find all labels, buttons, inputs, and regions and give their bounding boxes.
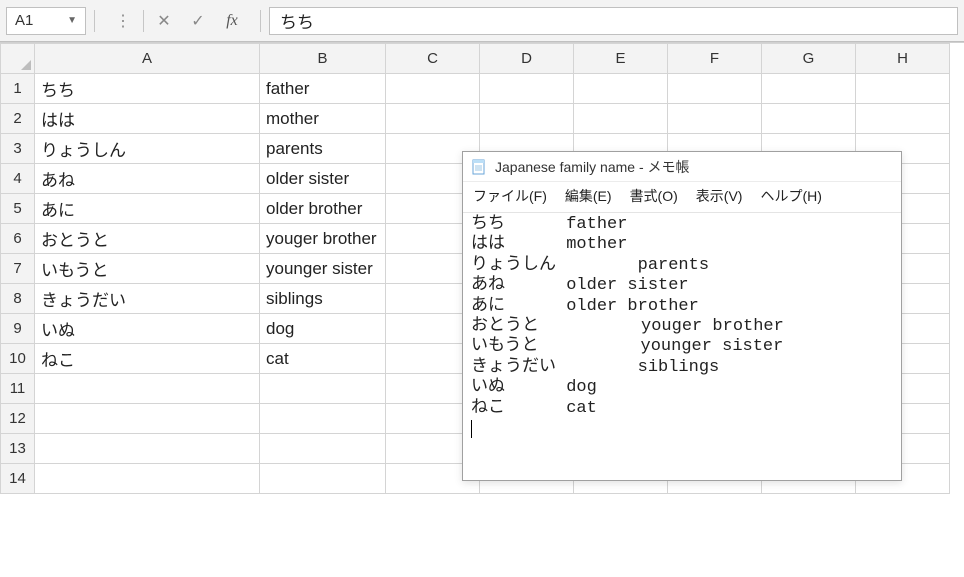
cell[interactable] [386, 104, 480, 134]
cell[interactable]: mother [260, 104, 386, 134]
cell[interactable] [260, 374, 386, 404]
cell[interactable] [574, 74, 668, 104]
cell[interactable] [574, 104, 668, 134]
row-header[interactable]: 12 [1, 404, 35, 434]
dots-icon[interactable]: ⋮ [109, 7, 137, 35]
menu-file[interactable]: ファイル(F) [473, 186, 547, 206]
row-header[interactable]: 11 [1, 374, 35, 404]
row-header[interactable]: 2 [1, 104, 35, 134]
row-header[interactable]: 13 [1, 434, 35, 464]
notepad-window[interactable]: Japanese family name - メモ帳 ファイル(F) 編集(E)… [462, 151, 902, 481]
column-header[interactable]: D [480, 44, 574, 74]
cell[interactable] [35, 404, 260, 434]
cell[interactable]: older sister [260, 164, 386, 194]
row-header[interactable]: 3 [1, 134, 35, 164]
cell[interactable]: あに [35, 194, 260, 224]
cell[interactable] [260, 434, 386, 464]
cell[interactable] [386, 74, 480, 104]
column-header[interactable]: G [762, 44, 856, 74]
cell[interactable] [668, 104, 762, 134]
cell[interactable]: younger sister [260, 254, 386, 284]
formula-bar: A1 ▼ ⋮ ✕ ✓ fx ちち [0, 0, 964, 42]
column-header[interactable]: F [668, 44, 762, 74]
cell[interactable]: older brother [260, 194, 386, 224]
text-caret [471, 420, 472, 438]
notepad-title: Japanese family name - メモ帳 [495, 157, 690, 177]
menu-view[interactable]: 表示(V) [696, 186, 743, 206]
cell[interactable]: いもうと [35, 254, 260, 284]
row-header[interactable]: 4 [1, 164, 35, 194]
row-header[interactable]: 8 [1, 284, 35, 314]
name-box[interactable]: A1 ▼ [6, 7, 86, 35]
notepad-icon [471, 159, 487, 175]
cell[interactable]: きょうだい [35, 284, 260, 314]
row-header[interactable]: 5 [1, 194, 35, 224]
row-header[interactable]: 9 [1, 314, 35, 344]
column-header[interactable]: A [35, 44, 260, 74]
notepad-titlebar[interactable]: Japanese family name - メモ帳 [463, 152, 901, 182]
cell[interactable] [856, 74, 950, 104]
row-header[interactable]: 7 [1, 254, 35, 284]
divider [143, 10, 144, 32]
cell[interactable] [260, 464, 386, 494]
cell[interactable] [260, 404, 386, 434]
column-header[interactable]: H [856, 44, 950, 74]
cell[interactable]: りょうしん [35, 134, 260, 164]
column-header[interactable]: E [574, 44, 668, 74]
cell[interactable] [480, 104, 574, 134]
cell[interactable]: dog [260, 314, 386, 344]
column-header[interactable]: B [260, 44, 386, 74]
cell[interactable] [762, 74, 856, 104]
confirm-icon[interactable]: ✓ [184, 7, 212, 35]
fx-icon[interactable]: fx [218, 7, 246, 35]
cell[interactable] [480, 74, 574, 104]
divider [94, 10, 95, 32]
cell[interactable]: ねこ [35, 344, 260, 374]
name-box-value: A1 [15, 12, 33, 29]
cell[interactable]: father [260, 74, 386, 104]
menu-format[interactable]: 書式(O) [630, 186, 678, 206]
cell[interactable]: いぬ [35, 314, 260, 344]
grid-area: A B C D E F G H 1ちちfather 2ははmother 3りょうしん… [0, 42, 964, 577]
cell[interactable]: ちち [35, 74, 260, 104]
row-header[interactable]: 10 [1, 344, 35, 374]
notepad-menubar: ファイル(F) 編集(E) 書式(O) 表示(V) ヘルプ(H) [463, 182, 901, 213]
formula-buttons: ⋮ ✕ ✓ fx [103, 7, 252, 35]
cell[interactable] [856, 104, 950, 134]
row-header[interactable]: 1 [1, 74, 35, 104]
row-header[interactable]: 6 [1, 224, 35, 254]
row-header[interactable]: 14 [1, 464, 35, 494]
divider [260, 10, 261, 32]
cell[interactable]: はは [35, 104, 260, 134]
formula-value: ちち [280, 8, 314, 33]
cell[interactable]: youger brother [260, 224, 386, 254]
cell[interactable] [35, 374, 260, 404]
formula-input[interactable]: ちち [269, 7, 958, 35]
cell[interactable] [762, 104, 856, 134]
cell[interactable] [35, 434, 260, 464]
chevron-down-icon[interactable]: ▼ [67, 15, 77, 26]
menu-edit[interactable]: 編集(E) [565, 186, 612, 206]
select-all-corner[interactable] [1, 44, 35, 74]
cell[interactable]: おとうと [35, 224, 260, 254]
cell[interactable]: parents [260, 134, 386, 164]
cancel-icon[interactable]: ✕ [150, 7, 178, 35]
cell[interactable] [35, 464, 260, 494]
cell[interactable]: cat [260, 344, 386, 374]
notepad-textarea[interactable]: ちち father はは mother りょうしん parents あね old… [463, 213, 901, 480]
column-header[interactable]: C [386, 44, 480, 74]
cell[interactable]: あね [35, 164, 260, 194]
menu-help[interactable]: ヘルプ(H) [760, 186, 821, 206]
cell[interactable]: siblings [260, 284, 386, 314]
cell[interactable] [668, 74, 762, 104]
